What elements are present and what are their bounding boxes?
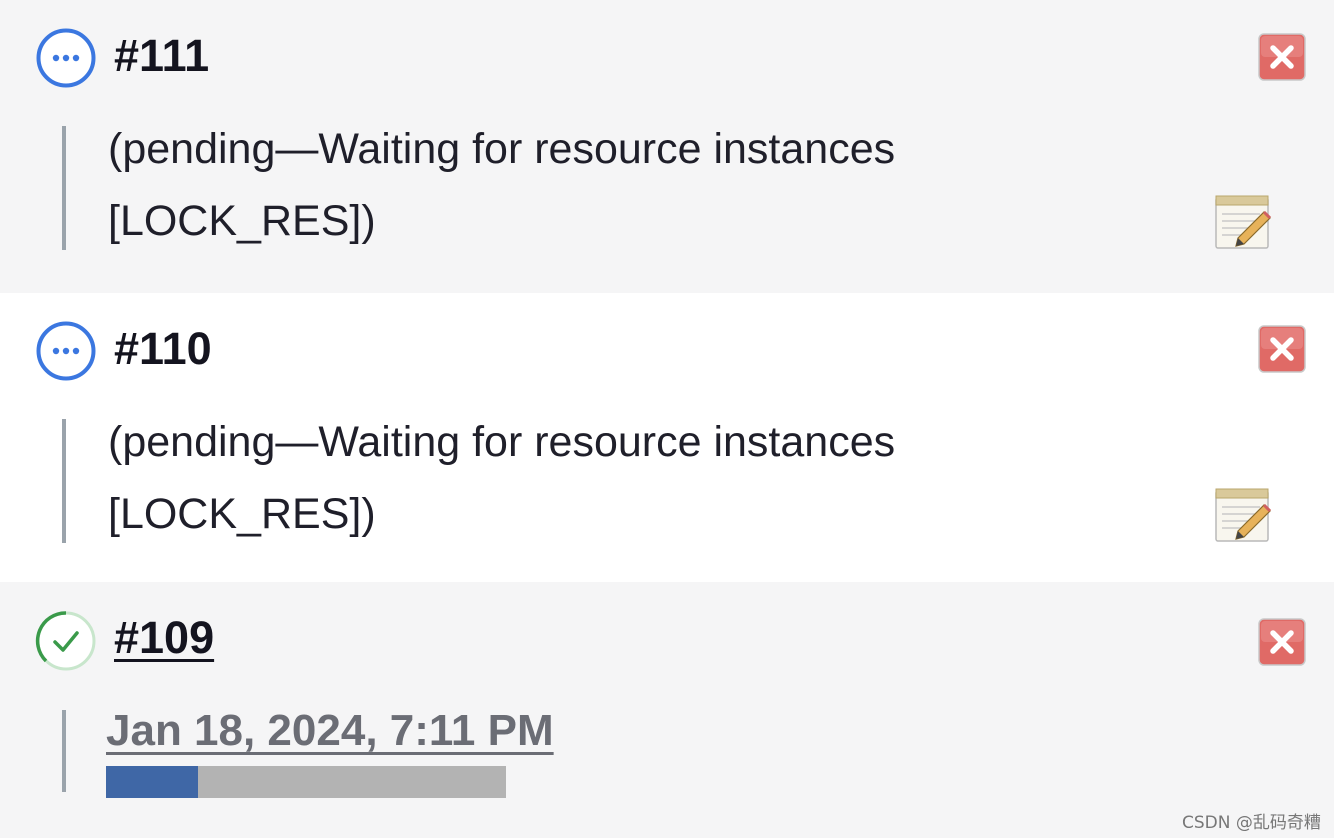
watermark: CSDN @乱码奇糟 <box>1182 813 1321 833</box>
description-line: [LOCK_RES]) <box>108 490 376 538</box>
description-divider <box>62 419 66 543</box>
close-icon <box>1258 33 1306 81</box>
edit-description-button[interactable] <box>1210 190 1274 254</box>
details-divider <box>62 710 66 792</box>
description-line: (pending—Waiting for resource instances <box>108 125 896 173</box>
cancel-build-button[interactable] <box>1258 618 1306 666</box>
build-entry-111: #111 (pending—Waiting for resource insta… <box>0 0 1334 293</box>
build-entry-110: #110 (pending—Waiting for resource insta… <box>0 293 1334 582</box>
cancel-build-button[interactable] <box>1258 33 1306 81</box>
build-description: (pending—Waiting for resource instances … <box>108 113 1088 257</box>
build-progress-fill <box>106 766 198 798</box>
close-icon <box>1258 618 1306 666</box>
build-description: (pending—Waiting for resource instances … <box>108 406 1088 550</box>
notepad-icon <box>1215 488 1272 542</box>
notepad-icon <box>1215 195 1272 249</box>
running-check-icon <box>35 610 97 672</box>
cancel-build-button[interactable] <box>1258 325 1306 373</box>
close-icon <box>1258 325 1306 373</box>
pending-status-icon <box>35 27 97 89</box>
build-entry-109: #109 Jan 18, 2024, 7:11 PM <box>0 582 1334 838</box>
pending-status-icon <box>35 320 97 382</box>
description-line: (pending—Waiting for resource instances <box>108 418 896 466</box>
description-divider <box>62 126 66 250</box>
build-progress-bar[interactable] <box>106 766 506 798</box>
build-timestamp-link[interactable]: Jan 18, 2024, 7:11 PM <box>106 702 554 760</box>
description-line: [LOCK_RES]) <box>108 197 376 245</box>
build-number: #110 <box>114 323 212 374</box>
build-number-link[interactable]: #109 <box>114 607 214 669</box>
build-number: #111 <box>114 30 210 81</box>
edit-description-button[interactable] <box>1210 483 1274 547</box>
